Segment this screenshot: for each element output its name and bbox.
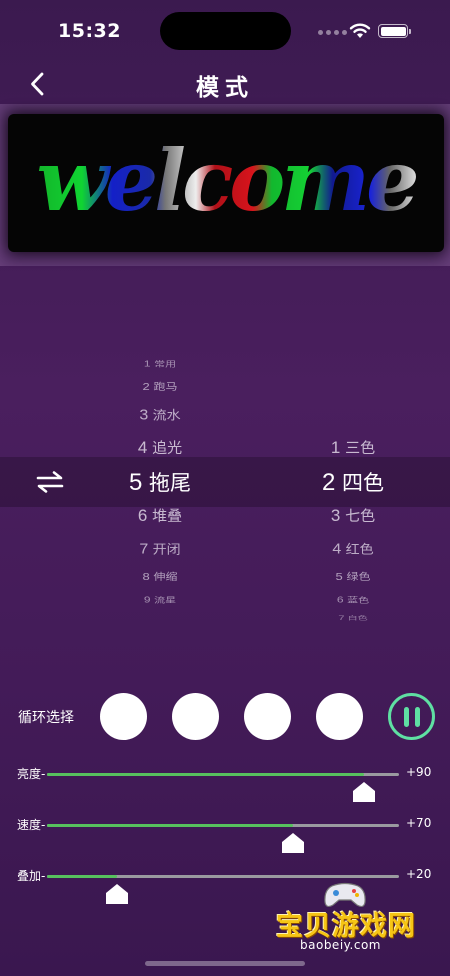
brightness-value: +90: [406, 765, 432, 779]
mode-option-label: 伸缩: [149, 571, 178, 583]
cycle-slot-3[interactable]: [244, 693, 291, 740]
status-time: 15:32: [58, 20, 121, 42]
color-option-number: 3: [330, 506, 341, 525]
color-option-label: 蓝色: [343, 595, 370, 605]
mode-option-2[interactable]: 2 跑马: [100, 380, 220, 394]
mode-option-number: 1: [143, 359, 151, 369]
brightness-label: 亮度-: [17, 767, 46, 781]
overlay-label: 叠加-: [17, 869, 46, 883]
mode-option-number: 9: [143, 595, 151, 605]
brightness-thumb[interactable]: [352, 781, 376, 803]
mode-option-label: 跑马: [149, 381, 178, 393]
cycle-label: 循环选择: [18, 710, 74, 726]
mode-option-number: 2: [142, 380, 150, 393]
color-option-number: 6: [336, 595, 344, 605]
mode-option-label: 开闭: [148, 542, 181, 558]
cycle-selection-row: 循环选择: [0, 690, 450, 746]
mode-option-number: 5: [128, 468, 143, 496]
mode-option-label: 流星: [150, 595, 177, 605]
overlay-thumb[interactable]: [105, 883, 129, 905]
wifi-icon: [349, 23, 371, 38]
cycle-slot-1[interactable]: [100, 693, 147, 740]
home-indicator: [145, 961, 305, 966]
mode-option-5[interactable]: 5 拖尾: [100, 467, 220, 497]
overlay-fill: [47, 875, 118, 878]
speed-slider-row: 速度- +70: [0, 816, 450, 864]
led-preview-graphic: welcome: [36, 131, 420, 230]
color-option-number: 4: [332, 541, 342, 558]
color-option-label: 七色: [340, 507, 376, 525]
mode-option-number: 4: [137, 438, 148, 457]
color-option-label: 红色: [341, 542, 374, 558]
mode-option-number: 7: [139, 541, 149, 558]
dynamic-island: [160, 12, 291, 50]
mode-option-label: 追光: [147, 439, 183, 457]
color-option-7[interactable]: 7 白色: [293, 613, 413, 622]
brightness-slider-row: 亮度- +90: [0, 765, 450, 813]
page-title: 模式: [196, 75, 254, 101]
mode-option-number: 8: [142, 570, 150, 583]
swap-arrows-icon[interactable]: [36, 471, 64, 493]
mode-option-7[interactable]: 7 开闭: [100, 540, 220, 558]
color-option-label: 三色: [340, 439, 376, 457]
color-option-number: 1: [330, 438, 341, 457]
color-option-label: 四色: [335, 470, 385, 495]
color-option-4[interactable]: 4 红色: [293, 540, 413, 558]
mode-option-6[interactable]: 6 堆叠: [100, 506, 220, 526]
cycle-slot-4[interactable]: [316, 693, 363, 740]
nav-bar: 模式: [0, 62, 450, 106]
overlay-slider[interactable]: [47, 875, 399, 904]
status-bar: 15:32: [0, 0, 450, 60]
mode-option-1[interactable]: 1 常用: [100, 359, 220, 370]
mode-option-label: 流水: [148, 408, 181, 424]
color-option-5[interactable]: 5 绿色: [293, 570, 413, 584]
mode-option-9[interactable]: 9 流星: [100, 595, 220, 606]
watermark-logo: 宝贝游戏网 baobeiy.com: [270, 880, 430, 960]
led-preview-frame: welcome: [0, 104, 450, 266]
speed-thumb[interactable]: [281, 832, 305, 854]
color-option-1[interactable]: 1 三色: [293, 438, 413, 458]
mode-option-label: 堆叠: [147, 507, 183, 525]
color-option-number: 2: [321, 468, 336, 496]
battery-icon: [378, 24, 411, 38]
cycle-slot-2[interactable]: [172, 693, 219, 740]
mode-option-8[interactable]: 8 伸缩: [100, 570, 220, 584]
mode-color-picker[interactable]: 1 常用 2 跑马 3 流水 4 追光 5 拖尾 6 堆叠 7 开闭 8 伸缩 9 流星 1 三…: [0, 350, 450, 622]
color-option-3[interactable]: 3 七色: [293, 506, 413, 526]
color-option-6[interactable]: 6 蓝色: [293, 595, 413, 606]
mode-option-number: 6: [137, 506, 148, 525]
color-option-label: 绿色: [342, 571, 371, 583]
pause-icon: [403, 706, 409, 727]
color-option-number: 5: [335, 570, 343, 583]
color-option-2[interactable]: 2 四色: [293, 467, 413, 497]
mode-option-4[interactable]: 4 追光: [100, 438, 220, 458]
speed-slider[interactable]: [47, 824, 399, 853]
pause-button[interactable]: [388, 693, 435, 740]
speed-fill: [47, 824, 294, 827]
mode-option-label: 常用: [150, 359, 177, 369]
mode-option-number: 3: [139, 407, 149, 424]
watermark-url: baobeiy.com: [300, 938, 381, 952]
overlay-value: +20: [406, 867, 432, 881]
mode-option-3[interactable]: 3 流水: [100, 406, 220, 424]
led-preview-text: welcome: [36, 131, 416, 230]
led-preview-screen: welcome: [8, 114, 444, 252]
brightness-fill: [47, 773, 364, 776]
brightness-slider[interactable]: [47, 773, 399, 802]
cellular-signal-icon: [318, 30, 347, 35]
mode-option-label: 拖尾: [142, 470, 192, 495]
speed-label: 速度-: [17, 818, 46, 832]
speed-value: +70: [406, 816, 432, 830]
color-option-label: 白色: [344, 615, 368, 622]
